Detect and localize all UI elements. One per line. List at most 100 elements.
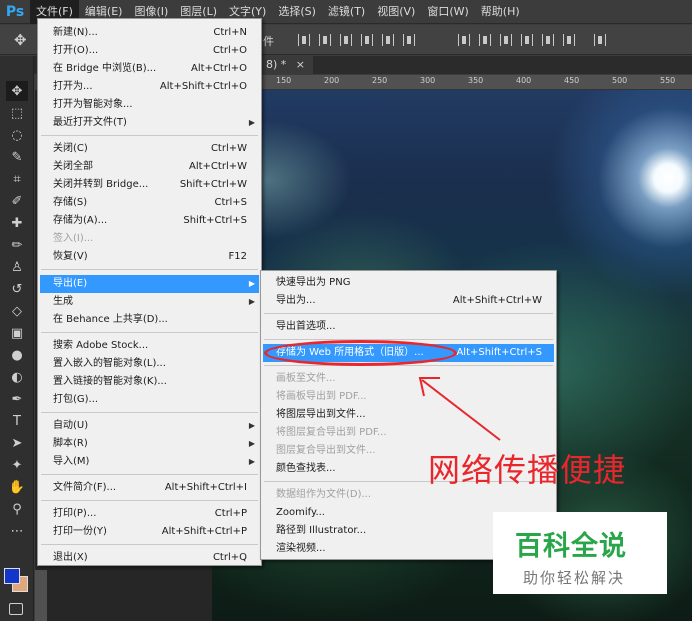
- ruler-label: 500: [612, 76, 628, 85]
- menu-item-import[interactable]: 导入(M) ▶: [40, 453, 259, 471]
- menu-view[interactable]: 视图(V): [371, 0, 421, 24]
- menu-item-automate[interactable]: 自动(U) ▶: [40, 417, 259, 435]
- menu-item-open-as[interactable]: 打开为... Alt+Shift+Ctrl+O: [40, 78, 259, 96]
- align-top-icon[interactable]: [298, 34, 310, 46]
- menu-separator: [41, 135, 258, 136]
- distribute-top-icon[interactable]: [458, 34, 470, 46]
- align-left-icon[interactable]: [361, 34, 373, 46]
- blur-tool-icon[interactable]: ●: [6, 345, 28, 365]
- menu-item-export[interactable]: 导出(E) ▶: [40, 275, 259, 293]
- history-brush-tool-icon[interactable]: ↺: [6, 279, 28, 299]
- menu-item-export-as[interactable]: 导出为... Alt+Shift+Ctrl+W: [263, 292, 554, 310]
- eraser-tool-icon[interactable]: ◇: [6, 301, 28, 321]
- eyedropper-tool-icon[interactable]: ✐: [6, 191, 28, 211]
- menu-item-close-all[interactable]: 关闭全部 Alt+Ctrl+W: [40, 158, 259, 176]
- menu-item-save-as[interactable]: 存储为(A)... Shift+Ctrl+S: [40, 212, 259, 230]
- healing-brush-tool-icon[interactable]: ✚: [6, 213, 28, 233]
- distribute-vcenter-icon[interactable]: [479, 34, 491, 46]
- menu-item-layers-to-files[interactable]: 将图层导出到文件...: [263, 406, 554, 424]
- watermark-subtitle: 助你轻松解决: [523, 569, 626, 587]
- ruler-label: 450: [564, 76, 580, 85]
- menu-separator: [41, 412, 258, 413]
- menu-separator: [41, 332, 258, 333]
- document-tab-title: 8) *: [266, 58, 287, 71]
- shape-tool-icon[interactable]: ✦: [6, 455, 28, 475]
- submenu-arrow-icon: ▶: [248, 457, 255, 466]
- menu-item-exit[interactable]: 退出(X) Ctrl+Q: [40, 549, 259, 567]
- align-hcenter-icon[interactable]: [382, 34, 394, 46]
- ruler-label: 350: [468, 76, 484, 85]
- photoshop-logo: Ps: [5, 3, 25, 20]
- menu-item-search-adobe-stock[interactable]: 搜索 Adobe Stock...: [40, 337, 259, 355]
- ruler-label: 200: [324, 76, 340, 85]
- dodge-tool-icon[interactable]: ◐: [6, 367, 28, 387]
- menu-item-generate[interactable]: 生成 ▶: [40, 293, 259, 311]
- align-bottom-icon[interactable]: [340, 34, 352, 46]
- menu-item-quick-export-png[interactable]: 快速导出为 PNG: [263, 274, 554, 292]
- menu-separator: [41, 474, 258, 475]
- quick-selection-tool-icon[interactable]: ✎: [6, 147, 28, 167]
- pen-tool-icon[interactable]: ✒: [6, 389, 28, 409]
- ruler-label: 250: [372, 76, 388, 85]
- distribute-hcenter-icon[interactable]: [542, 34, 554, 46]
- menu-window[interactable]: 窗口(W): [421, 0, 474, 24]
- menu-item-open[interactable]: 打开(O)... Ctrl+O: [40, 42, 259, 60]
- menu-item-save-for-web-legacy[interactable]: 存储为 Web 所用格式（旧版）... Alt+Shift+Ctrl+S: [263, 344, 554, 362]
- menu-item-browse-in-bridge[interactable]: 在 Bridge 中浏览(B)... Alt+Ctrl+O: [40, 60, 259, 78]
- menu-filter[interactable]: 滤镜(T): [322, 0, 371, 24]
- menu-item-place-linked[interactable]: 置入链接的智能对象(K)...: [40, 373, 259, 391]
- menu-item-print[interactable]: 打印(P)... Ctrl+P: [40, 505, 259, 523]
- move-tool-icon[interactable]: ✥: [6, 81, 28, 101]
- tools-panel: ✥ ⬚ ◌ ✎ ⌗ ✐ ✚ ✏ ♙ ↺ ◇ ▣ ● ◐ ✒ T ➤ ✦ ✋ ⚲ …: [0, 56, 34, 621]
- foreground-color-swatch[interactable]: [4, 568, 20, 584]
- move-tool-icon[interactable]: ✥: [14, 31, 27, 49]
- menu-item-revert[interactable]: 恢复(V) F12: [40, 248, 259, 266]
- menu-separator: [41, 544, 258, 545]
- path-selection-tool-icon[interactable]: ➤: [6, 433, 28, 453]
- watermark: 百科全说 助你轻松解决: [493, 512, 667, 594]
- quick-mask-icon[interactable]: [9, 603, 23, 615]
- menu-separator: [41, 500, 258, 501]
- close-tab-icon[interactable]: ×: [296, 58, 305, 71]
- type-tool-icon[interactable]: T: [6, 411, 28, 431]
- submenu-arrow-icon: ▶: [248, 118, 255, 127]
- document-tab[interactable]: 8) * ×: [262, 56, 314, 74]
- menu-item-export-preferences[interactable]: 导出首选项...: [263, 318, 554, 336]
- vertical-ruler: [35, 570, 47, 621]
- menu-item-file-info[interactable]: 文件简介(F)... Alt+Shift+Ctrl+I: [40, 479, 259, 497]
- menu-item-print-one-copy[interactable]: 打印一份(Y) Alt+Shift+Ctrl+P: [40, 523, 259, 541]
- submenu-arrow-icon: ▶: [248, 421, 255, 430]
- menu-item-scripts[interactable]: 脚本(R) ▶: [40, 435, 259, 453]
- menu-item-close[interactable]: 关闭(C) Ctrl+W: [40, 140, 259, 158]
- hand-tool-icon[interactable]: ✋: [6, 477, 28, 497]
- lasso-tool-icon[interactable]: ◌: [6, 125, 28, 145]
- crop-tool-icon[interactable]: ⌗: [6, 169, 28, 189]
- zoom-tool-icon[interactable]: ⚲: [6, 499, 28, 519]
- align-right-icon[interactable]: [403, 34, 415, 46]
- menu-separator: [264, 313, 553, 314]
- distribute-left-icon[interactable]: [521, 34, 533, 46]
- clone-stamp-tool-icon[interactable]: ♙: [6, 257, 28, 277]
- menu-item-open-as-smart-object[interactable]: 打开为智能对象...: [40, 96, 259, 114]
- menu-item-save[interactable]: 存储(S) Ctrl+S: [40, 194, 259, 212]
- distribute-right-icon[interactable]: [563, 34, 575, 46]
- horizontal-ruler: 150 200 250 300 350 400 450 500 550: [262, 75, 692, 90]
- marquee-tool-icon[interactable]: ⬚: [6, 103, 28, 123]
- menu-separator: [41, 269, 258, 270]
- menu-item-package[interactable]: 打包(G)...: [40, 391, 259, 409]
- more-tools-icon[interactable]: ⋯: [6, 521, 28, 541]
- brush-tool-icon[interactable]: ✏: [6, 235, 28, 255]
- menu-select[interactable]: 选择(S): [272, 0, 322, 24]
- menu-item-close-and-go-to-bridge[interactable]: 关闭并转到 Bridge... Shift+Ctrl+W: [40, 176, 259, 194]
- menu-item-share-on-behance[interactable]: 在 Behance 上共享(D)...: [40, 311, 259, 329]
- menu-item-check-in: 签入(I)...: [53, 233, 94, 244]
- gradient-tool-icon[interactable]: ▣: [6, 323, 28, 343]
- auto-align-icon[interactable]: [594, 34, 606, 46]
- menu-help[interactable]: 帮助(H): [475, 0, 526, 24]
- menu-item-place-embedded[interactable]: 置入嵌入的智能对象(L)...: [40, 355, 259, 373]
- align-vcenter-icon[interactable]: [319, 34, 331, 46]
- menu-item-new[interactable]: 新建(N)... Ctrl+N: [40, 24, 259, 42]
- menu-item-artboards-to-files: 画板至文件...: [276, 373, 336, 384]
- distribute-bottom-icon[interactable]: [500, 34, 512, 46]
- menu-item-recent-files[interactable]: 最近打开文件(T) ▶: [40, 114, 259, 132]
